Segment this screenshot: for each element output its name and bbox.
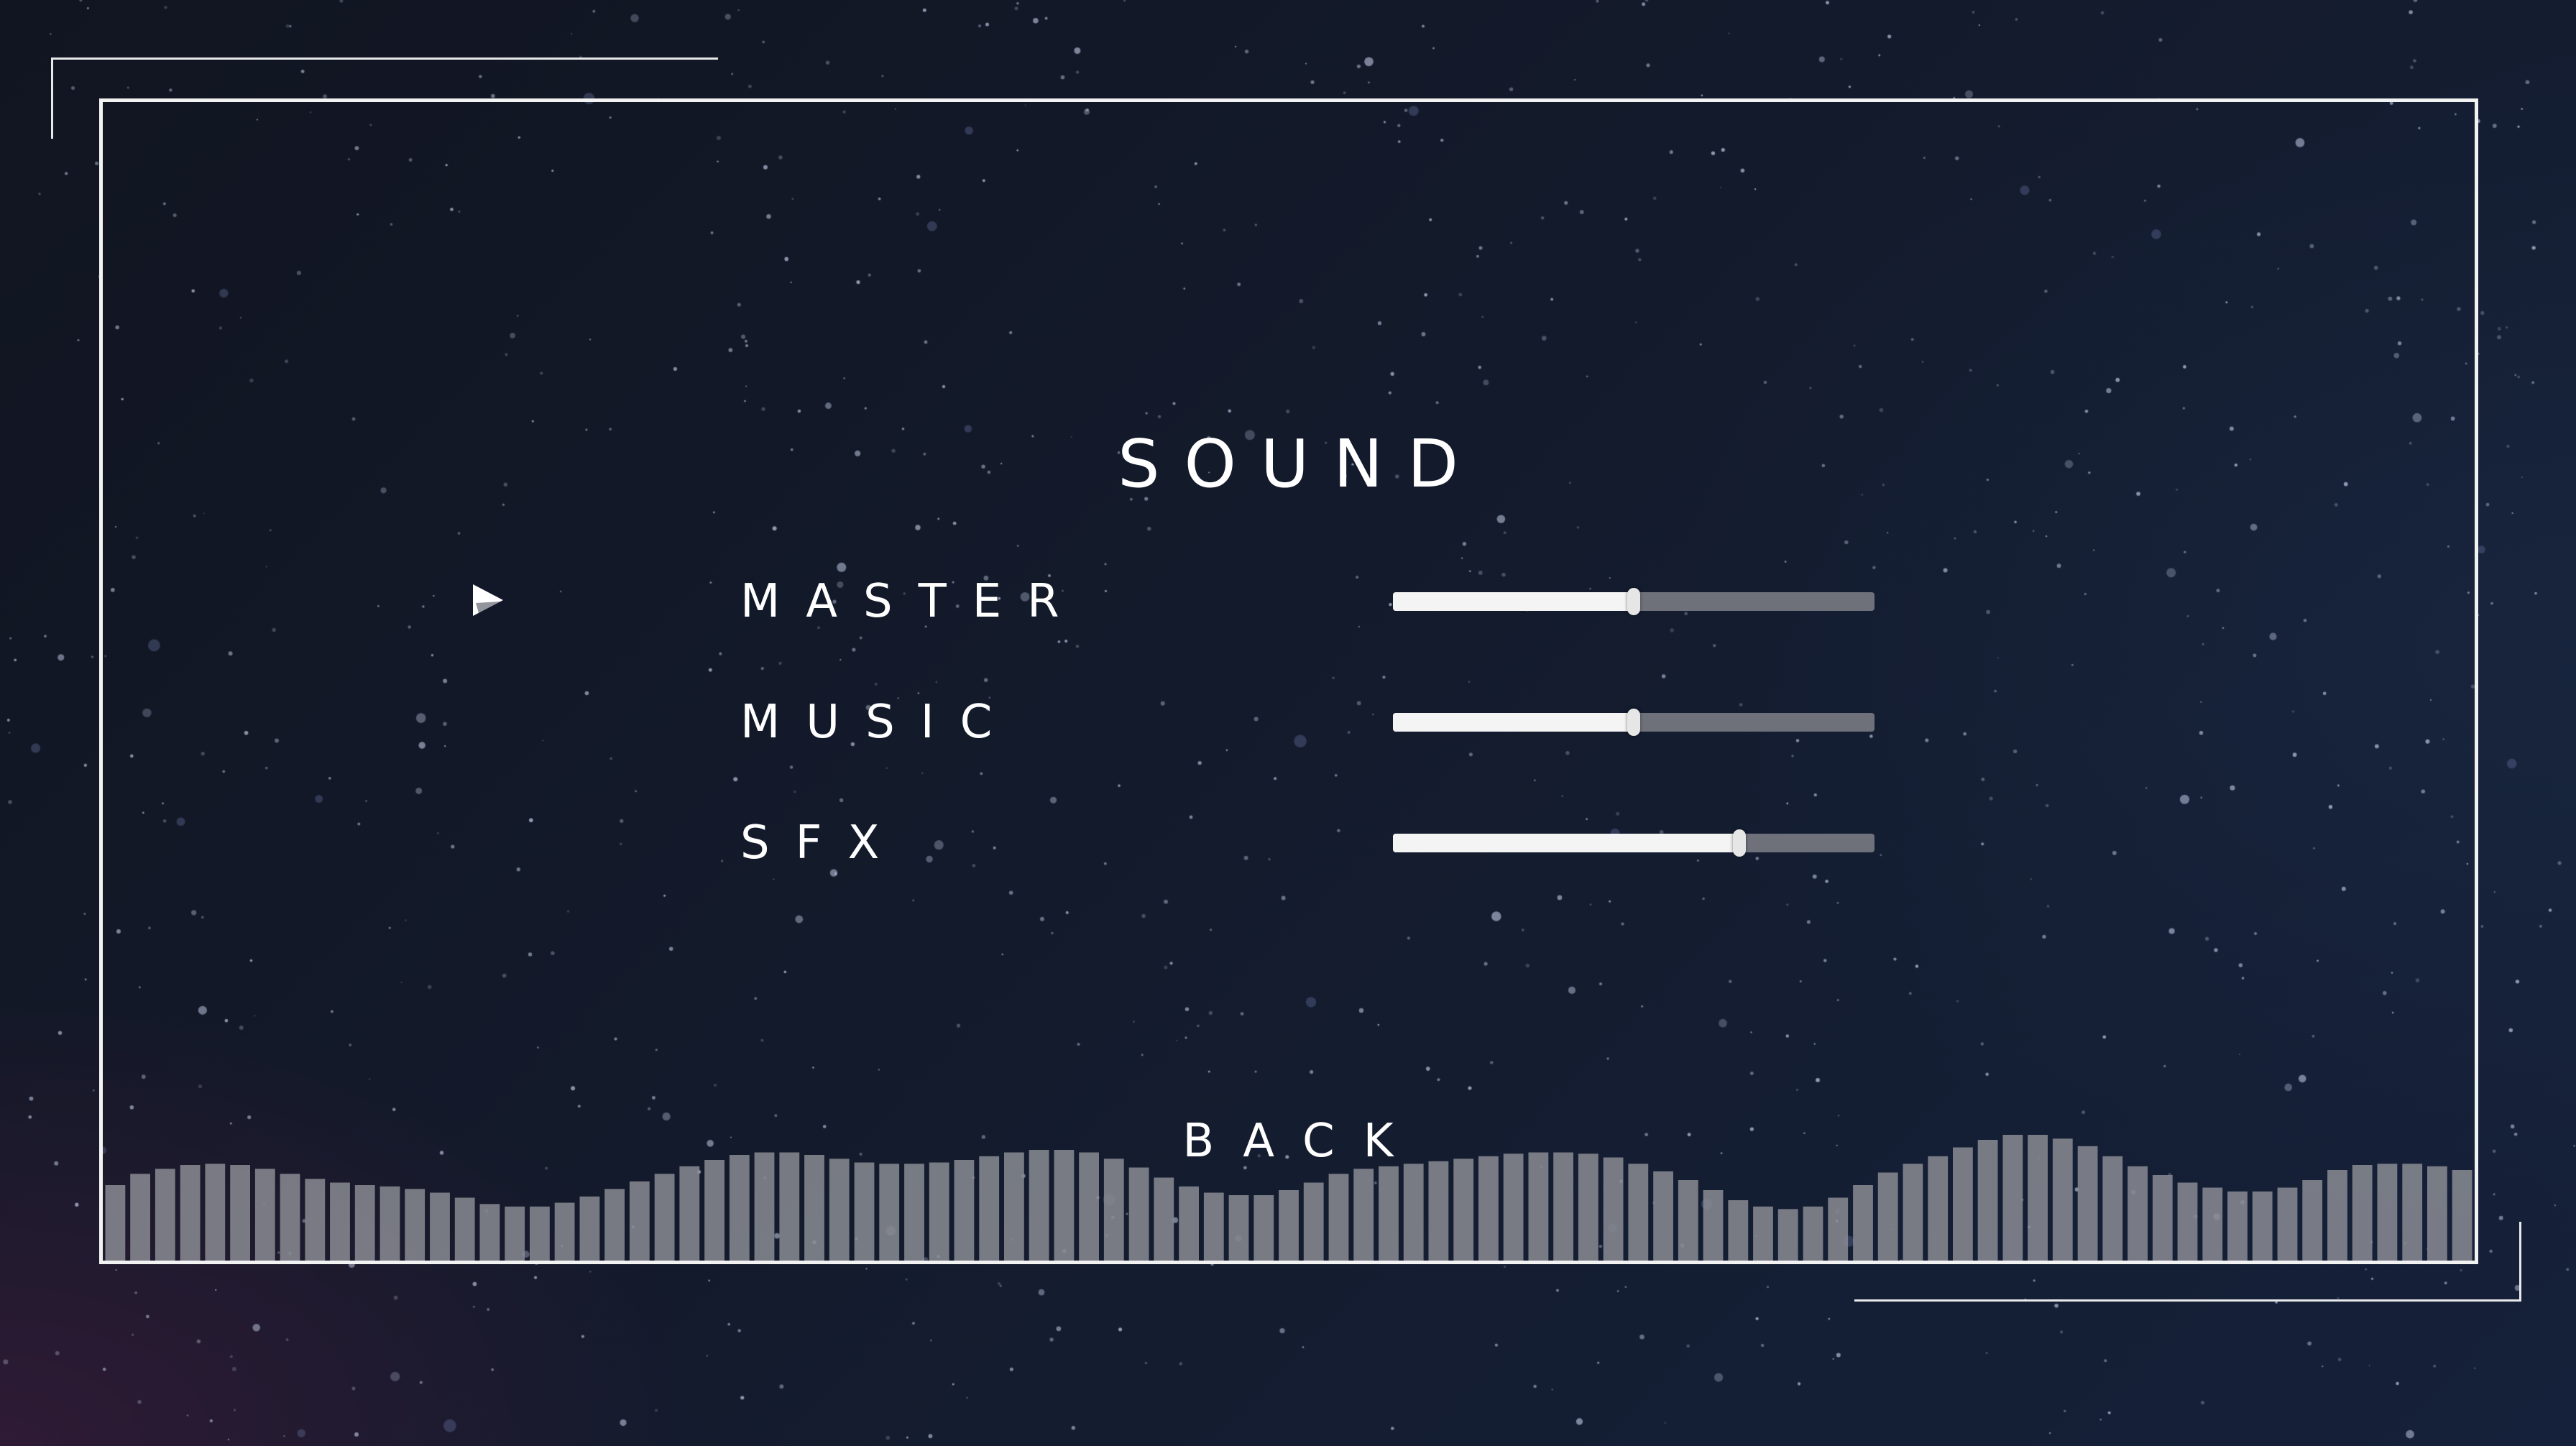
visualizer-bar (654, 1174, 675, 1261)
visualizer-bar (1853, 1185, 1873, 1261)
visualizer-bar (729, 1155, 750, 1261)
visualizer-bar (130, 1174, 150, 1261)
visualizer-bar (380, 1186, 400, 1261)
visualizer-bar (454, 1197, 475, 1261)
visualizer-bar (530, 1206, 550, 1261)
visualizer-bar (1103, 1159, 1124, 1261)
menu-frame (99, 98, 2478, 1264)
visualizer-bar (330, 1182, 350, 1261)
slider-music[interactable] (1393, 709, 1874, 736)
visualizer-bar (505, 1206, 525, 1261)
visualizer-bar (105, 1185, 126, 1261)
slider-fill (1393, 592, 1634, 611)
visualizer-bar (254, 1169, 275, 1261)
visualizer-bar (604, 1189, 625, 1261)
visualizer-bar (1828, 1197, 1849, 1261)
visualizer-bar (2227, 1191, 2248, 1261)
visualizer-bar (2202, 1187, 2223, 1261)
visualizer-bar (804, 1155, 824, 1261)
visualizer-bar (2352, 1165, 2373, 1261)
visualizer-bar (1777, 1209, 1798, 1261)
visualizer-bar (704, 1160, 724, 1261)
visualizer-bar (1379, 1166, 1399, 1261)
visualizer-bar (1403, 1164, 1424, 1261)
visualizer-bar (1179, 1186, 1199, 1261)
visualizer-bar (904, 1164, 924, 1261)
visualizer-bar (854, 1162, 875, 1261)
slider-handle[interactable] (1733, 829, 1747, 857)
visualizer-bar (1628, 1164, 1649, 1261)
slider-fill (1393, 834, 1740, 852)
visualizer-bar (829, 1159, 850, 1261)
visualizer-bar (430, 1192, 450, 1261)
visualizer-bar (1877, 1172, 1898, 1261)
visualizer-bar (1803, 1206, 1823, 1261)
visualizer-bar (954, 1160, 975, 1261)
visualizer-bar (1903, 1164, 1923, 1261)
visualizer-bar (2128, 1166, 2148, 1261)
setting-label-music[interactable]: MUSIC (740, 697, 1018, 747)
visualizer-bar (1254, 1195, 1274, 1261)
visualizer-bar (1603, 1157, 1624, 1261)
visualizer-bar (1653, 1171, 1673, 1261)
visualizer-bar (1428, 1161, 1449, 1261)
visualizer-bar (629, 1181, 650, 1261)
visualizer-bar (2177, 1182, 2198, 1261)
visualizer-bar (354, 1185, 375, 1261)
visualizer-bar (679, 1166, 700, 1261)
setting-label-sfx[interactable]: SFX (740, 818, 905, 868)
visualizer-bar (1478, 1156, 1499, 1261)
slider-master[interactable] (1393, 588, 1874, 615)
audio-visualizer (105, 1135, 2472, 1261)
visualizer-bar (2427, 1166, 2447, 1261)
slider-sfx[interactable] (1393, 829, 1874, 857)
visualizer-bar (2277, 1187, 2298, 1261)
visualizer-bar (1328, 1174, 1349, 1261)
visualizer-bar (2152, 1175, 2173, 1261)
slider-handle[interactable] (1627, 709, 1640, 736)
visualizer-bar (979, 1156, 1000, 1261)
visualizer-bar (479, 1204, 500, 1261)
visualizer-bar (2327, 1170, 2347, 1261)
visualizer-bar (579, 1196, 600, 1261)
back-button[interactable]: BACK (0, 1113, 2576, 1170)
visualizer-bar (1678, 1180, 1698, 1261)
visualizer-bar (230, 1165, 250, 1261)
setting-label-master[interactable]: MASTER (740, 576, 1085, 627)
visualizer-bar (280, 1174, 300, 1261)
visualizer-bar (1303, 1182, 1324, 1261)
visualizer-bar (1279, 1190, 1299, 1261)
visualizer-bar (1154, 1177, 1174, 1261)
slider-handle[interactable] (1627, 588, 1640, 615)
visualizer-bar (554, 1202, 575, 1261)
visualizer-bar (205, 1164, 226, 1261)
visualizer-bar (1753, 1206, 1773, 1261)
visualizer-bar (405, 1189, 426, 1261)
visualizer-bar (1453, 1159, 1474, 1261)
visualizer-bar (2402, 1164, 2423, 1261)
visualizer-bar (305, 1179, 326, 1261)
visualizer-bar (1703, 1190, 1724, 1261)
slider-fill (1393, 713, 1634, 732)
visualizer-bar (2252, 1191, 2273, 1261)
menu-title: SOUND (1118, 425, 1483, 502)
visualizer-bar (155, 1169, 175, 1261)
visualizer-bar (2452, 1170, 2472, 1261)
visualizer-bar (2302, 1180, 2323, 1261)
visualizer-bar (1928, 1156, 1949, 1261)
visualizer-bar (879, 1164, 900, 1261)
visualizer-bar (1353, 1169, 1374, 1261)
play-arrow-icon (473, 584, 503, 616)
visualizer-bar (1228, 1195, 1249, 1261)
visualizer-bar (1728, 1200, 1749, 1261)
visualizer-bar (1128, 1167, 1149, 1261)
visualizer-bar (929, 1162, 949, 1261)
visualizer-bar (2102, 1156, 2123, 1261)
visualizer-bar (2377, 1164, 2398, 1261)
visualizer-bar (180, 1165, 201, 1261)
visualizer-bar (1203, 1192, 1224, 1261)
